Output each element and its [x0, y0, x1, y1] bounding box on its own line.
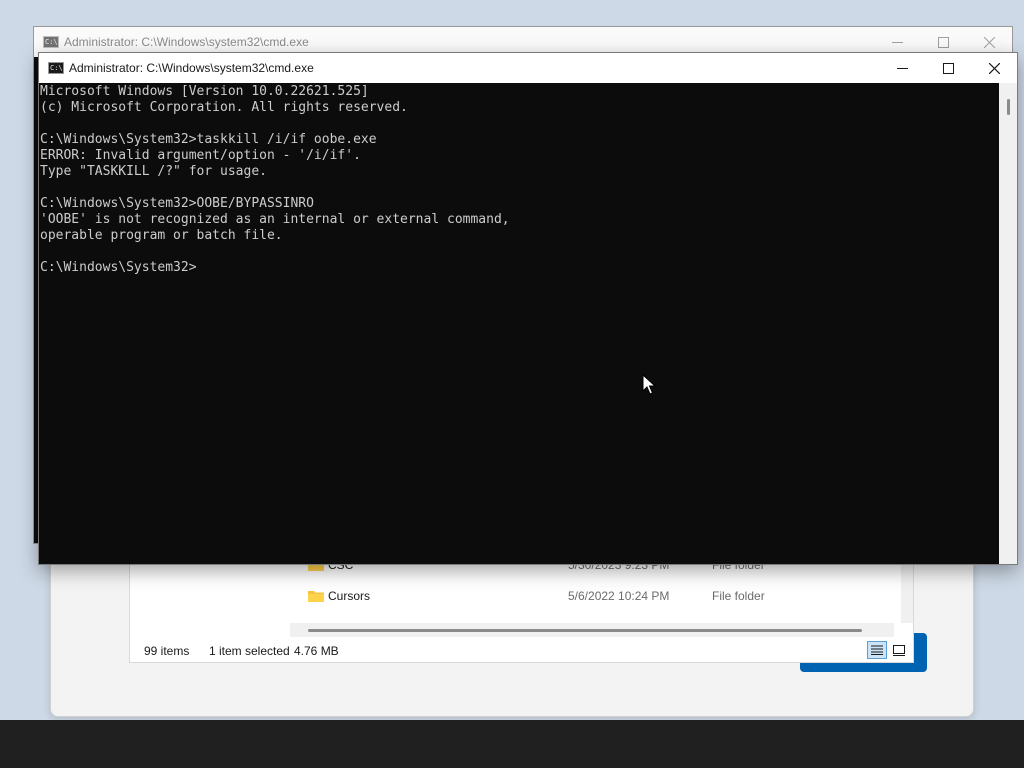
- console-output[interactable]: Microsoft Windows [Version 10.0.22621.52…: [39, 83, 999, 564]
- file-name: Cursors: [328, 589, 371, 603]
- file-date: 5/6/2022 10:24 PM: [568, 589, 670, 603]
- maximize-icon: [937, 36, 949, 48]
- folder-icon: [308, 591, 324, 602]
- taskbar-area: [0, 720, 1024, 768]
- scrollbar-thumb[interactable]: [308, 629, 862, 632]
- scrollbar-thumb[interactable]: [1007, 99, 1010, 115]
- title-bar[interactable]: C:\ Administrator: C:\Windows\system32\c…: [39, 53, 1017, 83]
- selection-size: 4.76 MB: [294, 644, 339, 658]
- status-bar: 99 items 1 item selected 4.76 MB: [130, 637, 913, 662]
- cmd-icon: C:\: [48, 62, 64, 74]
- cmd-window[interactable]: C:\ Administrator: C:\Windows\system32\c…: [38, 52, 1018, 565]
- maximize-button[interactable]: [925, 53, 971, 83]
- minimize-button[interactable]: [879, 53, 925, 83]
- details-view-button[interactable]: [867, 641, 887, 659]
- minimize-icon: [891, 41, 903, 43]
- mouse-cursor-icon: [642, 374, 656, 395]
- file-type: File folder: [712, 589, 765, 603]
- maximize-icon: [942, 62, 954, 74]
- item-count: 99 items: [144, 644, 190, 658]
- selection-count: 1 item selected: [209, 644, 290, 658]
- window-title: Administrator: C:\Windows\system32\cmd.e…: [69, 61, 314, 75]
- minimize-icon: [896, 67, 908, 69]
- list-item[interactable]: Cursors 5/6/2022 10:24 PM File folder: [130, 584, 913, 608]
- cmd-icon: C:\: [43, 36, 59, 48]
- close-icon: [983, 36, 995, 48]
- close-button[interactable]: [971, 53, 1017, 83]
- window-title: Administrator: C:\Windows\system32\cmd.e…: [64, 35, 309, 49]
- console-text: Microsoft Windows [Version 10.0.22621.52…: [40, 84, 510, 275]
- console-scrollbar[interactable]: [999, 83, 1017, 564]
- tiles-view-button[interactable]: [889, 641, 909, 659]
- details-view-icon: [871, 645, 883, 655]
- horizontal-scrollbar[interactable]: [290, 623, 894, 637]
- file-explorer-fragment: CSC 5/30/2023 9:23 PM File folder Cursor…: [129, 548, 914, 663]
- tiles-view-icon: [893, 644, 905, 656]
- close-icon: [988, 62, 1000, 74]
